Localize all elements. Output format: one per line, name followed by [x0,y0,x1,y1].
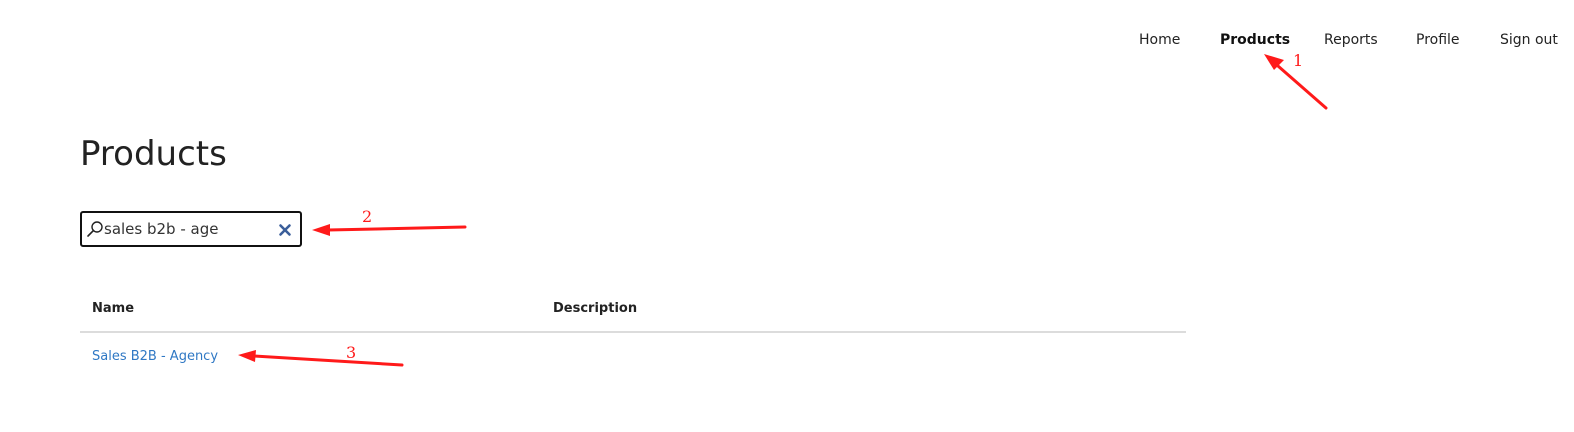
annotation-label-3: 3 [346,343,357,362]
table-row: Sales B2B - Agency [80,333,1186,379]
annotation-label-1: 1 [1293,51,1304,70]
close-icon[interactable] [278,222,292,236]
page: Home Products Reports Profile Sign out P… [0,0,1574,432]
search-input[interactable] [104,217,274,241]
search-box[interactable] [80,211,302,247]
column-header-name[interactable]: Name [92,300,134,318]
products-table: Name Description Sales B2B - Agency [80,290,1186,379]
table-header-row: Name Description [80,290,1186,333]
nav-item-reports[interactable]: Reports [1324,30,1378,50]
nav-item-sign-out[interactable]: Sign out [1500,30,1558,50]
top-nav: Home Products Reports Profile Sign out [0,30,1574,50]
nav-item-products[interactable]: Products [1220,30,1290,50]
nav-item-profile[interactable]: Profile [1416,30,1460,50]
page-title: Products [80,134,227,174]
nav-item-home[interactable]: Home [1139,30,1180,50]
product-link[interactable]: Sales B2B - Agency [92,348,218,366]
search-icon [86,220,104,238]
column-header-description[interactable]: Description [553,300,637,318]
annotation-arrow-2 [312,224,467,236]
annotation-label-2: 2 [362,207,373,226]
